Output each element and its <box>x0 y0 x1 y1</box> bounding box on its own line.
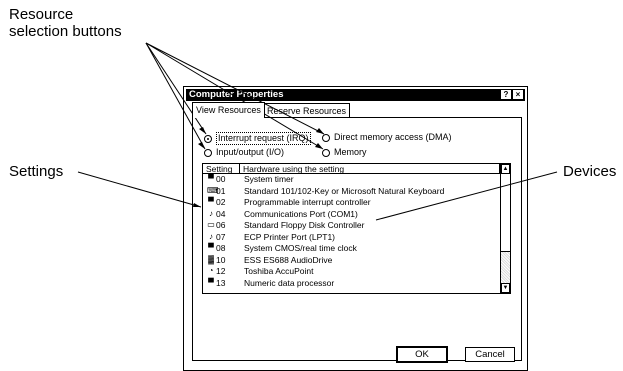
view-resources-panel: Interrupt request (IRQ) Direct memory ac… <box>192 117 522 361</box>
tab-reserve-resources[interactable]: Reserve Resources <box>263 103 351 117</box>
row-hardware: Standard 101/102-Key or Microsoft Natura… <box>244 185 445 196</box>
row-setting: 06 <box>216 220 226 230</box>
port-icon: ♪ <box>209 208 213 218</box>
computer-properties-dialog: Computer Properties ? × View Resources R… <box>183 86 528 371</box>
floppy-icon: ▭ <box>207 220 215 229</box>
column-setting[interactable]: Setting <box>203 164 240 174</box>
radio-dma-label: Direct memory access (DMA) <box>334 132 452 142</box>
row-hardware: Standard Floppy Disk Controller <box>244 220 365 230</box>
row-setting: 00 <box>216 174 226 184</box>
radio-dma[interactable]: Direct memory access (DMA) <box>322 132 452 143</box>
list-row[interactable]: ⌨ 01 Standard 101/102-Key or Microsoft Nat… <box>203 186 500 196</box>
help-button[interactable]: ? <box>501 90 511 99</box>
radio-irq-label: Interrupt request (IRQ) <box>216 132 311 145</box>
close-button[interactable]: × <box>513 90 523 99</box>
radio-memory-label: Memory <box>334 147 367 157</box>
column-hardware[interactable]: Hardware using the setting <box>240 164 500 174</box>
list-row[interactable]: ♪ 07 ECP Printer Port (LPT1) <box>203 232 500 242</box>
radio-io[interactable]: Input/output (I/O) <box>204 147 284 158</box>
tab-view-resources[interactable]: View Resources <box>192 102 265 118</box>
mouse-icon: ◔ <box>208 266 214 275</box>
list-row[interactable]: ▀ 13 Numeric data processor <box>203 278 500 288</box>
port-icon: ♪ <box>209 231 213 241</box>
list-row[interactable]: ▓ 10 ESS ES688 AudioDrive <box>203 255 500 265</box>
row-setting: 13 <box>216 277 226 288</box>
row-hardware: ECP Printer Port (LPT1) <box>244 231 336 242</box>
cancel-button[interactable]: Cancel <box>465 347 515 362</box>
list-row[interactable]: ▀ 02 Programmable interrupt controller <box>203 197 500 207</box>
row-setting: 07 <box>216 231 226 242</box>
row-setting: 12 <box>216 266 226 276</box>
row-setting: 01 <box>216 185 226 196</box>
row-hardware: System CMOS/real time clock <box>244 243 357 253</box>
settings-callout: Settings <box>9 163 64 180</box>
row-hardware: Numeric data processor <box>244 277 335 288</box>
devices-callout: Devices <box>563 163 617 180</box>
resource-callout-line-2: selection buttons <box>9 23 122 40</box>
resource-list[interactable]: Setting Hardware using the setting ▀ 00 Sy… <box>202 163 511 294</box>
scroll-up-icon[interactable]: ▲ <box>501 164 510 174</box>
row-hardware: ESS ES688 AudioDrive <box>244 254 333 265</box>
radio-empty-icon <box>204 148 212 157</box>
radio-selected-icon <box>204 134 212 143</box>
list-row[interactable]: ▀ 00 System timer <box>203 174 500 184</box>
row-setting: 04 <box>216 208 226 219</box>
keyboard-icon: ⌨ <box>207 185 219 195</box>
row-setting: 02 <box>216 197 226 207</box>
scroll-thumb[interactable] <box>501 174 510 252</box>
row-setting: 08 <box>216 243 226 253</box>
list-row[interactable]: ♪ 04 Communications Port (COM1) <box>203 209 500 219</box>
ok-button[interactable]: OK <box>396 346 448 363</box>
list-scrollbar[interactable]: ▲ ▼ <box>500 164 510 293</box>
row-hardware: Communications Port (COM1) <box>244 208 358 219</box>
computer-icon: ▀ <box>208 277 214 287</box>
row-hardware: Programmable interrupt controller <box>244 197 371 207</box>
radio-empty-icon <box>322 148 330 157</box>
list-row[interactable]: ▀ 08 System CMOS/real time clock <box>203 243 500 253</box>
computer-icon: ▀ <box>208 197 214 206</box>
sound-icon: ▓ <box>208 254 214 264</box>
dialog-title: Computer Properties <box>189 89 284 100</box>
title-bar: Computer Properties ? × <box>186 89 525 101</box>
radio-empty-icon <box>322 133 330 142</box>
resource-callout-line-1: Resource <box>9 6 74 23</box>
computer-icon: ▀ <box>208 243 214 252</box>
radio-io-label: Input/output (I/O) <box>216 147 285 157</box>
list-row[interactable]: ◔ 12 Toshiba AccuPoint <box>203 266 500 276</box>
row-hardware: System timer <box>244 174 294 184</box>
row-setting: 10 <box>216 254 226 265</box>
row-hardware: Toshiba AccuPoint <box>244 266 314 276</box>
computer-icon: ▀ <box>208 174 214 183</box>
radio-memory[interactable]: Memory <box>322 147 367 158</box>
radio-irq[interactable]: Interrupt request (IRQ) <box>204 132 311 145</box>
resource-buttons-callout: Resource selection buttons <box>9 6 122 40</box>
scroll-down-icon[interactable]: ▼ <box>501 283 510 293</box>
list-row[interactable]: ▭ 06 Standard Floppy Disk Controller <box>203 220 500 230</box>
list-header: Setting Hardware using the setting <box>203 164 500 174</box>
